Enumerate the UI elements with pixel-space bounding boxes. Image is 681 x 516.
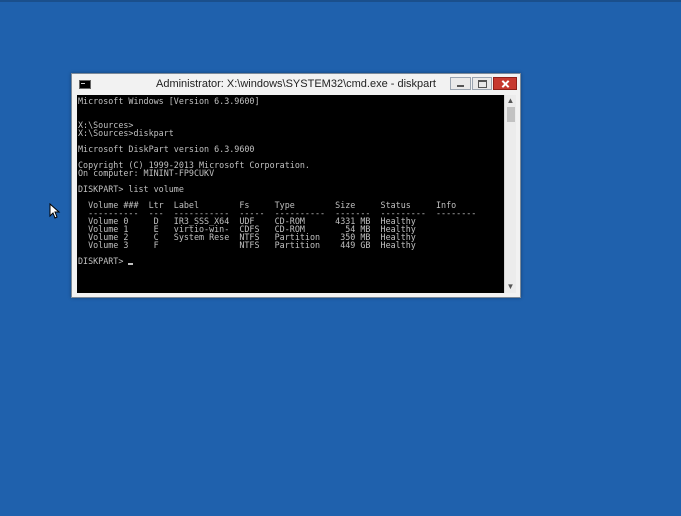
close-button[interactable]	[493, 77, 517, 90]
cmd-window[interactable]: Administrator: X:\windows\SYSTEM32\cmd.e…	[71, 73, 521, 298]
scroll-up-arrow-icon[interactable]: ▲	[505, 95, 516, 107]
scroll-down-arrow-icon[interactable]: ▼	[505, 281, 516, 293]
scroll-thumb[interactable]	[507, 107, 515, 122]
diskpart-prompt: DISKPART>	[78, 256, 129, 266]
text-cursor	[128, 263, 134, 265]
title-bar[interactable]: Administrator: X:\windows\SYSTEM32\cmd.e…	[72, 74, 520, 94]
maximize-button[interactable]	[472, 77, 492, 90]
console-text: Microsoft Windows [Version 6.3.9600] X:\…	[78, 96, 477, 250]
mouse-pointer-icon	[49, 203, 61, 219]
minimize-button[interactable]	[450, 77, 471, 90]
vertical-scrollbar[interactable]: ▲ ▼	[504, 95, 516, 293]
top-edge	[0, 0, 681, 2]
console-output[interactable]: Microsoft Windows [Version 6.3.9600] X:\…	[77, 95, 504, 293]
